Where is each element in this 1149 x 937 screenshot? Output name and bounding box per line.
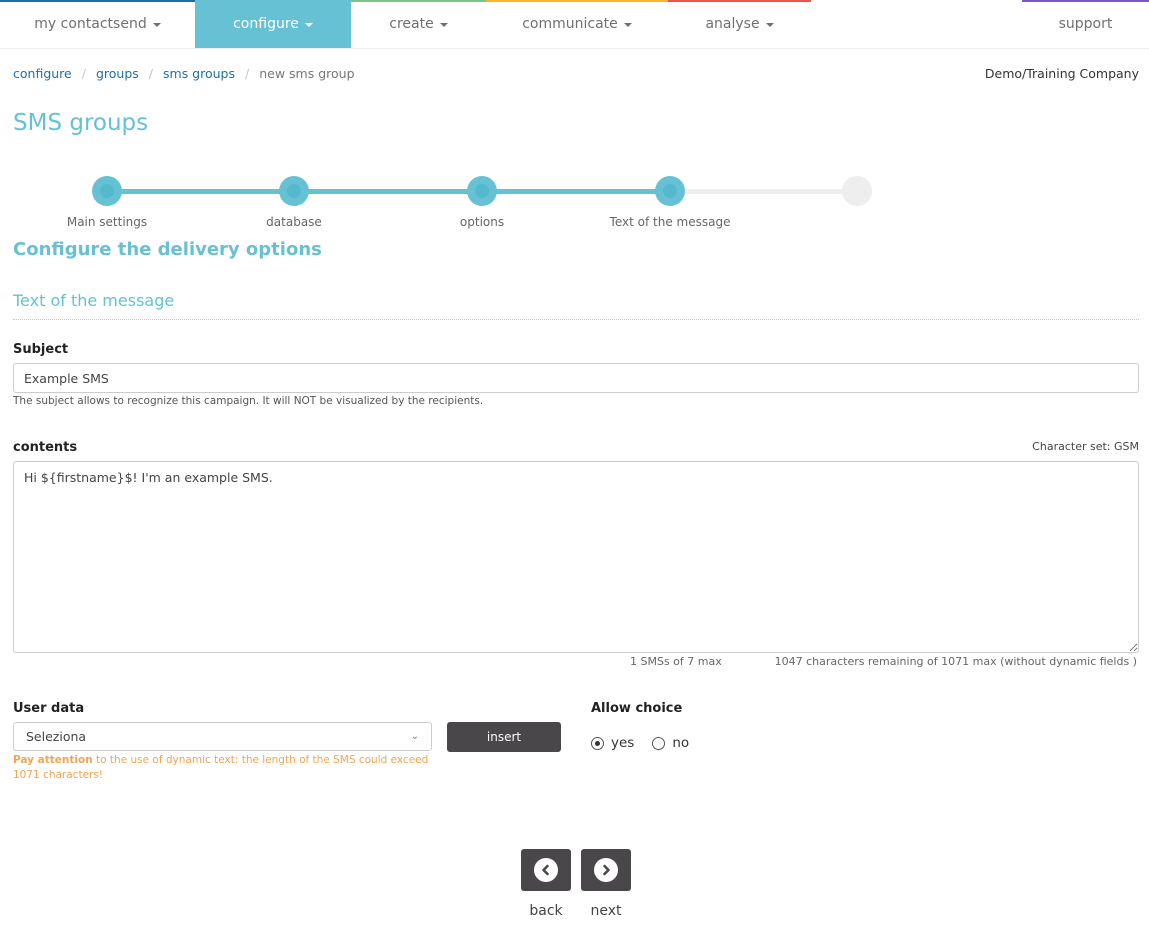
company-name: Demo/Training Company bbox=[984, 66, 1139, 81]
caret-down-icon bbox=[765, 23, 774, 27]
radio-label: no bbox=[672, 735, 690, 751]
nav-configure[interactable]: configure bbox=[195, 0, 351, 48]
subject-input[interactable] bbox=[13, 363, 1139, 393]
stepper-line-pending bbox=[670, 189, 857, 194]
insert-button[interactable]: insert bbox=[447, 722, 561, 752]
nav-label: create bbox=[389, 16, 434, 32]
nav-color-bar bbox=[351, 0, 486, 2]
next-label[interactable]: next bbox=[590, 903, 621, 919]
subject-help-text: The subject allows to recognize this cam… bbox=[13, 395, 484, 407]
chevron-left-icon bbox=[534, 858, 558, 882]
radio-label: yes bbox=[611, 735, 635, 751]
sms-count: 1 SMSs of 7 max bbox=[630, 655, 722, 668]
breadcrumb-sms-groups[interactable]: sms groups bbox=[163, 66, 235, 81]
nav-color-bar bbox=[0, 0, 195, 2]
caret-down-icon bbox=[304, 23, 313, 27]
characters-remaining: 1047 characters remaining of 1071 max (w… bbox=[774, 655, 1137, 668]
step-dot-text-of-message[interactable] bbox=[655, 176, 685, 206]
chevron-down-icon: ⌄ bbox=[410, 731, 419, 742]
subsection-title: Text of the message bbox=[13, 291, 175, 310]
top-navigation: my contactsend configure create communic… bbox=[0, 0, 1149, 49]
radio-no[interactable]: no bbox=[652, 735, 689, 751]
contents-textarea[interactable]: Hi ${firstname}$! I'm an example SMS. bbox=[13, 461, 1139, 653]
nav-label: support bbox=[1058, 16, 1113, 32]
breadcrumb-separator: / bbox=[81, 66, 86, 81]
nav-communicate[interactable]: communicate bbox=[486, 0, 668, 48]
nav-analyse[interactable]: analyse bbox=[668, 0, 811, 48]
breadcrumb-groups[interactable]: groups bbox=[96, 66, 139, 81]
breadcrumb: configure / groups / sms groups / new sm… bbox=[13, 66, 355, 81]
caret-down-icon bbox=[152, 23, 161, 27]
allow-choice-radio-group: yes no bbox=[591, 735, 707, 751]
breadcrumb-separator: / bbox=[148, 66, 153, 81]
progress-stepper: Main settings database options Text of t… bbox=[0, 175, 900, 235]
step-label: Text of the message bbox=[609, 215, 731, 229]
dynamic-text-warning: Pay attention to the use of dynamic text… bbox=[13, 753, 433, 783]
nav-create[interactable]: create bbox=[351, 0, 486, 48]
breadcrumb-separator: / bbox=[245, 66, 250, 81]
caret-down-icon bbox=[439, 23, 448, 27]
back-label[interactable]: back bbox=[529, 903, 562, 919]
warning-bold: Pay attention bbox=[13, 754, 93, 766]
nav-label: my contactsend bbox=[34, 16, 147, 32]
radio-unchecked-icon[interactable] bbox=[652, 736, 666, 750]
nav-label: configure bbox=[233, 16, 299, 32]
caret-down-icon bbox=[623, 23, 632, 27]
subject-label: Subject bbox=[13, 342, 69, 357]
step-dot-final bbox=[842, 176, 872, 206]
nav-label: analyse bbox=[705, 16, 760, 32]
nav-label: communicate bbox=[522, 16, 618, 32]
step-label: options bbox=[459, 215, 505, 229]
page-title: SMS groups bbox=[13, 110, 149, 136]
nav-color-bar bbox=[1022, 0, 1149, 2]
back-button[interactable] bbox=[521, 849, 571, 891]
section-title: Configure the delivery options bbox=[13, 239, 322, 260]
step-label: database bbox=[266, 215, 322, 229]
nav-color-bar bbox=[195, 0, 351, 2]
step-label: Main settings bbox=[66, 215, 148, 229]
breadcrumb-configure[interactable]: configure bbox=[13, 66, 72, 81]
radio-checked-icon[interactable] bbox=[591, 736, 604, 750]
breadcrumb-current: new sms group bbox=[259, 66, 355, 81]
step-dot-database[interactable] bbox=[279, 176, 309, 206]
nav-my-contactsend[interactable]: my contactsend bbox=[0, 0, 195, 48]
user-data-label: User data bbox=[13, 701, 85, 716]
chevron-right-icon bbox=[594, 858, 618, 882]
nav-color-bar bbox=[668, 0, 811, 2]
nav-support[interactable]: support bbox=[1022, 0, 1149, 48]
allow-choice-label: Allow choice bbox=[591, 701, 683, 716]
user-data-select[interactable]: Seleziona ⌄ bbox=[13, 722, 432, 751]
step-dot-options[interactable] bbox=[467, 176, 497, 206]
character-set: Character set: GSM bbox=[1032, 440, 1139, 453]
stepper-line-done bbox=[107, 189, 670, 194]
section-divider bbox=[13, 319, 1139, 320]
nav-color-bar bbox=[486, 0, 668, 2]
select-value: Seleziona bbox=[26, 729, 87, 744]
radio-yes[interactable]: yes bbox=[591, 735, 634, 751]
contents-label: contents bbox=[13, 440, 78, 455]
step-dot-main-settings[interactable] bbox=[92, 176, 122, 206]
next-button[interactable] bbox=[581, 849, 631, 891]
